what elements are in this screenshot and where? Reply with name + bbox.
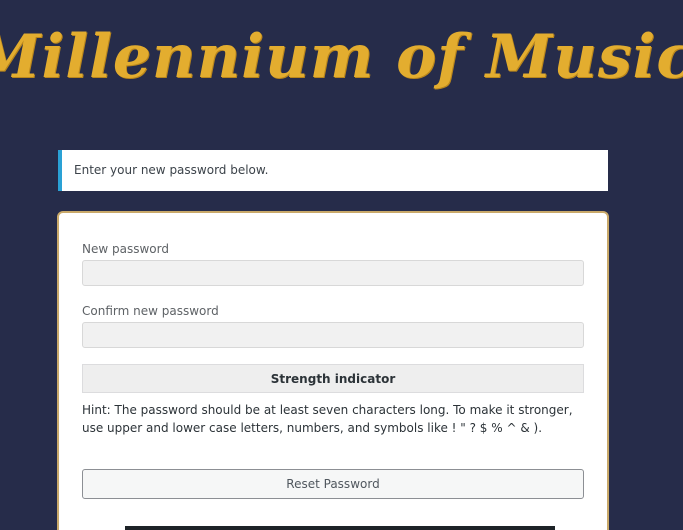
new-password-field[interactable] — [82, 260, 584, 286]
instruction-text: Enter your new password below. — [74, 163, 269, 177]
page: Millennium of Music Enter your new passw… — [0, 0, 683, 530]
confirm-password-label: Confirm new password — [82, 304, 219, 318]
strength-indicator: Strength indicator — [82, 364, 584, 393]
reset-password-form: New password Confirm new password Streng… — [57, 211, 609, 530]
site-logo[interactable]: Millennium of Music — [0, 14, 683, 100]
password-hint: Hint: The password should be at least se… — [82, 403, 573, 435]
bottom-divider — [125, 526, 555, 530]
confirm-password-field[interactable] — [82, 322, 584, 348]
instruction-message: Enter your new password below. — [58, 150, 608, 191]
reset-password-button[interactable]: Reset Password — [82, 469, 584, 499]
new-password-label: New password — [82, 242, 169, 256]
